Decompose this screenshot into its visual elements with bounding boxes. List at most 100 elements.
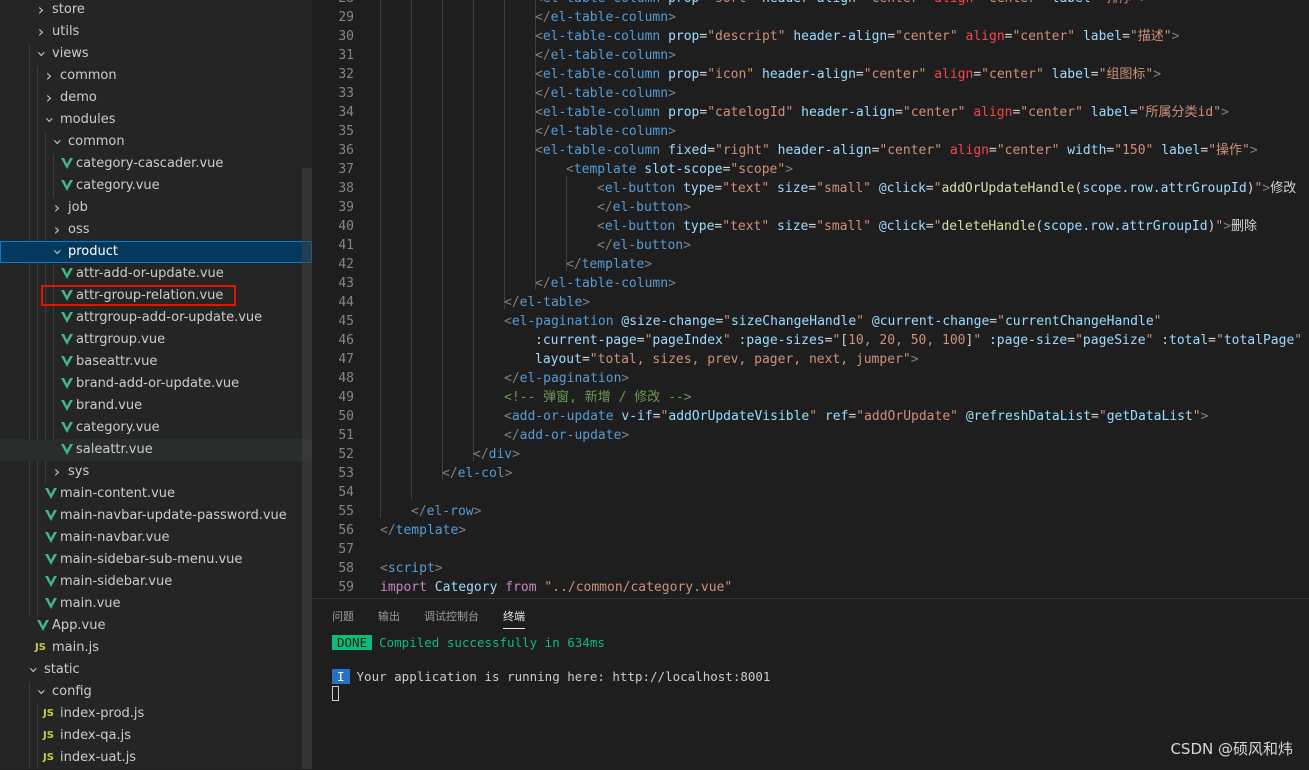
code-token: width xyxy=(1067,143,1107,158)
code-line[interactable]: 59 import Category from "../common/catego… xyxy=(312,578,1309,597)
code-token: " xyxy=(1192,409,1201,424)
done-badge: DONE xyxy=(332,635,373,650)
code-line[interactable]: 40 <el-button type="text" size="small" @c… xyxy=(312,217,1309,236)
file-item[interactable]: JS index-qa.js xyxy=(0,725,312,747)
code-token: "scope" xyxy=(730,162,786,177)
file-item[interactable]: saleattr.vue xyxy=(0,439,312,461)
file-item[interactable]: brand.vue xyxy=(0,395,312,417)
vue-file-icon xyxy=(61,312,73,323)
code-token: "total, sizes, prev, pager, next, jumper… xyxy=(589,352,911,367)
code-token: 删除 xyxy=(1231,219,1258,234)
folder-item[interactable]: sys xyxy=(0,461,312,483)
tree-item-label: index-uat.js xyxy=(60,750,137,765)
sidebar-scrollbar[interactable] xyxy=(302,168,312,769)
code-token: align xyxy=(973,105,1013,120)
code-line[interactable]: 34 <el-table-column prop = "catelogId" head… xyxy=(312,103,1309,122)
code-line[interactable]: 36 <el-table-column fixed="right" header-… xyxy=(312,141,1309,160)
file-item[interactable]: attrgroup.vue xyxy=(0,329,312,351)
folder-item[interactable]: store xyxy=(0,0,312,21)
folder-item[interactable]: job xyxy=(0,197,312,219)
code-line[interactable]: 30 <el-table-column prop = "descript" heade… xyxy=(312,27,1309,46)
code-line[interactable]: 52 </div> xyxy=(312,445,1309,464)
file-item[interactable]: category.vue xyxy=(0,417,312,439)
code-token: > xyxy=(668,276,676,291)
code-line[interactable]: 42 </template> xyxy=(312,255,1309,274)
file-item[interactable]: App.vue xyxy=(0,615,312,637)
code-line[interactable]: 28 <el-table-column prop = "sort" header-al… xyxy=(312,0,1309,8)
folder-item[interactable]: utils xyxy=(0,21,312,43)
code-token: > xyxy=(644,257,653,272)
code-line[interactable]: 45 <el-pagination @size-change="sizeChang… xyxy=(312,312,1309,331)
file-item[interactable]: JS main.js xyxy=(0,637,312,659)
tab-debug-console[interactable]: 调试控制台 xyxy=(424,608,479,628)
file-item[interactable]: attrgroup-add-or-update.vue xyxy=(0,307,312,329)
code-line[interactable]: 32 <el-table-column prop = "icon" header-al… xyxy=(312,65,1309,84)
tree-item-label: common xyxy=(60,68,117,83)
code-line[interactable]: 48 </el-pagination> xyxy=(312,369,1309,388)
code-line[interactable]: 39 </el-button> xyxy=(312,198,1309,217)
code-line[interactable]: 29 </el-table-column> xyxy=(312,8,1309,27)
code-line[interactable]: 37 <template slot-scope="scope"> xyxy=(312,160,1309,179)
code-token: > xyxy=(621,371,630,386)
code-token: scope.row.attrGroupId xyxy=(1082,181,1247,196)
file-item[interactable]: JS index-uat.js xyxy=(0,747,312,769)
code-text: import Category from "../common/category… xyxy=(380,578,732,597)
code-token: "descript" xyxy=(707,29,786,44)
folder-item[interactable]: oss xyxy=(0,219,312,241)
line-number: 39 xyxy=(338,200,354,215)
line-number: 56 xyxy=(338,523,354,538)
code-line[interactable]: 58 <script> xyxy=(312,559,1309,578)
code-line[interactable]: 49 <!-- 弹窗, 新增 / 修改 --> xyxy=(312,388,1309,407)
code-line[interactable]: 31 </el-table-column> xyxy=(312,46,1309,65)
file-item[interactable]: main-navbar.vue xyxy=(0,527,312,549)
code-line[interactable]: 46:current-page="pageIndex" :page-sizes=… xyxy=(312,331,1309,350)
code-line[interactable]: 41 </el-button> xyxy=(312,236,1309,255)
code-line[interactable]: 55 </el-row> xyxy=(312,502,1309,521)
code-line[interactable]: 54 xyxy=(312,483,1309,502)
code-text: <!-- 弹窗, 新增 / 修改 --> xyxy=(504,388,692,407)
code-line[interactable]: 53 </el-col> xyxy=(312,464,1309,483)
file-item[interactable]: category.vue xyxy=(0,175,312,197)
folder-item[interactable]: common xyxy=(0,131,312,153)
folder-item[interactable]: config xyxy=(0,681,312,703)
code-line[interactable]: 47 layout="total, sizes, prev, pager, nex… xyxy=(312,350,1309,369)
file-item[interactable]: main.vue xyxy=(0,593,312,615)
folder-item[interactable]: modules xyxy=(0,109,312,131)
file-item[interactable]: main-navbar-update-password.vue xyxy=(0,505,312,527)
code-line[interactable]: 44 </el-table> xyxy=(312,293,1309,312)
code-token: @size-change xyxy=(621,314,716,329)
tab-output[interactable]: 输出 xyxy=(378,608,400,628)
file-item[interactable]: attr-add-or-update.vue xyxy=(0,263,312,285)
file-item[interactable]: baseattr.vue xyxy=(0,351,312,373)
file-item[interactable]: main-sidebar.vue xyxy=(0,571,312,593)
code-editor[interactable]: 28<el-table-column prop="sort" header-al… xyxy=(312,0,1309,598)
folder-item[interactable]: static xyxy=(0,659,312,681)
terminal-cursor[interactable] xyxy=(332,686,339,701)
code-token: > xyxy=(683,200,691,215)
code-line[interactable]: 51 </add-or-update> xyxy=(312,426,1309,445)
code-line[interactable]: 50 <add-or-update v-if="addOrUpdateVisibl… xyxy=(312,407,1309,426)
tab-problems[interactable]: 问题 xyxy=(332,608,354,628)
code-token: header-align xyxy=(777,143,872,158)
code-line[interactable]: 56 </template> xyxy=(312,521,1309,540)
folder-item[interactable]: product xyxy=(0,241,312,263)
code-line[interactable]: 35 </el-table-column> xyxy=(312,122,1309,141)
folder-item[interactable]: demo xyxy=(0,87,312,109)
file-item[interactable]: main-sidebar-sub-menu.vue xyxy=(0,549,312,571)
code-token: = xyxy=(895,105,903,120)
file-item[interactable]: JS index-prod.js xyxy=(0,703,312,725)
code-line[interactable]: 57 xyxy=(312,540,1309,559)
folder-item[interactable]: views xyxy=(0,43,312,65)
file-item[interactable]: category-cascader.vue xyxy=(0,153,312,175)
code-line[interactable]: 33 </el-table-column> xyxy=(312,84,1309,103)
code-line[interactable]: 43 </el-table-column> xyxy=(312,274,1309,293)
file-item[interactable]: brand-add-or-update.vue xyxy=(0,373,312,395)
folder-item[interactable]: common xyxy=(0,65,312,87)
tab-terminal[interactable]: 终端 xyxy=(503,608,525,629)
code-line[interactable]: 38 <el-button type="text" size="small" @c… xyxy=(312,179,1309,198)
file-item[interactable]: main-content.vue xyxy=(0,483,312,505)
